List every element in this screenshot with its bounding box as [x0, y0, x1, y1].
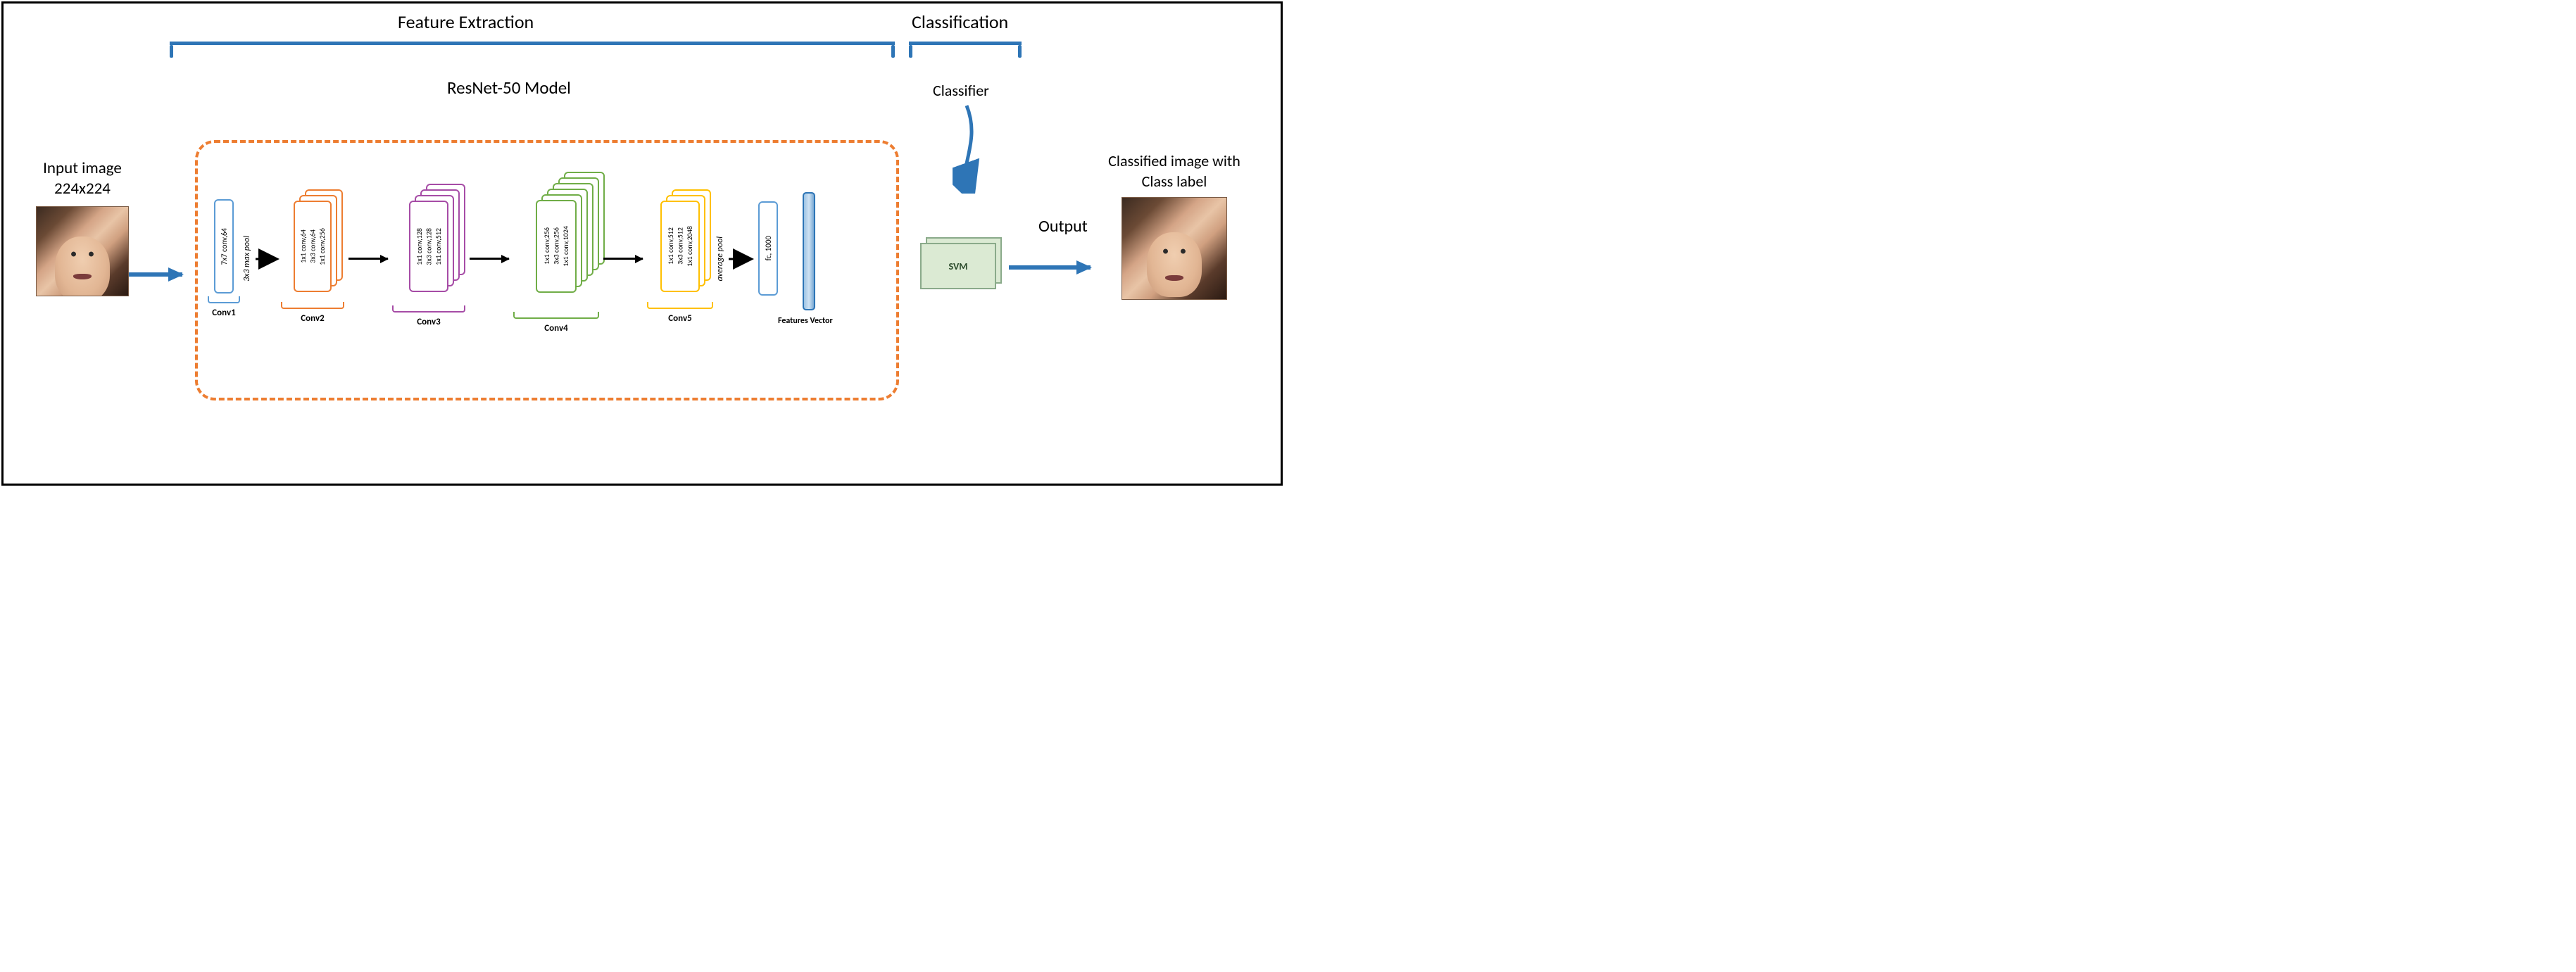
conv5-l1: 1x1 conv,512 — [666, 228, 675, 265]
conv1-block: 7x7 conv,64 — [214, 199, 234, 294]
stage-conv4: 1x1 conv,256 3x3 conv,256 1x1 conv,1024 … — [513, 184, 599, 334]
conv3-caption: Conv3 — [417, 317, 440, 327]
arrow-icon — [348, 258, 388, 260]
conv4-l2: 3x3 conv,256 — [551, 228, 560, 265]
diagram-frame: Feature Extraction Classification ResNet… — [1, 1, 1283, 486]
avgpool-note: average pool — [715, 236, 725, 281]
arrow-icon — [254, 248, 281, 270]
input-label-line1: Input image — [19, 158, 146, 179]
output-section: Classified image with Class label — [1086, 151, 1262, 300]
stage-fc: fc, 1000 — [755, 201, 778, 316]
input-face-image — [36, 206, 129, 296]
model-title: ResNet-50 Model — [447, 77, 571, 99]
conv5-caption: Conv5 — [668, 313, 691, 324]
arrow-icon — [470, 258, 509, 260]
maxpool-note: 3x3 max pool — [242, 236, 252, 282]
conv4-l1: 1x1 conv,256 — [542, 228, 551, 265]
conv2-l3: 1x1 conv,256 — [318, 228, 327, 265]
classification-label: Classification — [912, 11, 1008, 33]
conv5-l2: 3x3 conv,512 — [675, 228, 684, 265]
features-vector: Features Vector — [778, 192, 833, 326]
conv2-l2: 3x3 conv,64 — [308, 229, 317, 263]
stage-conv5: 1x1 conv,512 3x3 conv,512 1x1 conv,2048 … — [647, 194, 713, 324]
conv1-caption: Conv1 — [212, 308, 235, 318]
conv3-l1: 1x1 conv,128 — [415, 228, 424, 265]
classifier-label: Classifier — [933, 81, 989, 100]
conv4-l3: 1x1 conv,1024 — [561, 226, 570, 267]
svm-label: SVM — [920, 243, 996, 289]
output-arrow-label: Output — [1038, 216, 1088, 236]
conv4-caption: Conv4 — [544, 323, 567, 334]
input-label-line2: 224x224 — [19, 179, 146, 199]
input-arrow-icon — [129, 272, 182, 277]
conv2-caption: Conv2 — [301, 313, 324, 324]
conv3-l2: 3x3 conv,128 — [424, 228, 433, 265]
feature-extraction-label: Feature Extraction — [398, 11, 534, 33]
arrow-icon — [727, 248, 755, 270]
feature-extraction-bracket — [170, 42, 895, 54]
output-face-image — [1121, 197, 1227, 300]
output-label-line2: Class label — [1086, 172, 1262, 192]
output-arrow-icon — [1009, 265, 1091, 270]
stage-conv3: 1x1 conv,128 3x3 conv,128 1x1 conv,512 C… — [392, 190, 465, 327]
stage-conv2: 1x1 conv,64 3x3 conv,64 1x1 conv,256 Con… — [281, 194, 344, 324]
conv5-l3: 1x1 conv,2048 — [685, 226, 694, 267]
fc-text: fc, 1000 — [764, 236, 773, 260]
features-vector-label: Features Vector — [778, 316, 833, 326]
pipeline: 7x7 conv,64 Conv1 3x3 max pool 1x1 conv,… — [208, 184, 833, 334]
svm-classifier-box: SVM — [920, 237, 1003, 291]
conv3-l3: 1x1 conv,512 — [434, 228, 443, 265]
conv2-l1: 1x1 conv,64 — [299, 229, 308, 263]
input-section: Input image 224x224 — [19, 158, 146, 296]
arrow-icon — [603, 258, 643, 260]
classifier-arrow-icon — [953, 102, 981, 194]
stage-conv1: 7x7 conv,64 Conv1 — [208, 199, 240, 318]
output-label-line1: Classified image with — [1086, 151, 1262, 172]
classification-bracket — [909, 42, 1022, 54]
conv1-text: 7x7 conv,64 — [220, 228, 229, 265]
